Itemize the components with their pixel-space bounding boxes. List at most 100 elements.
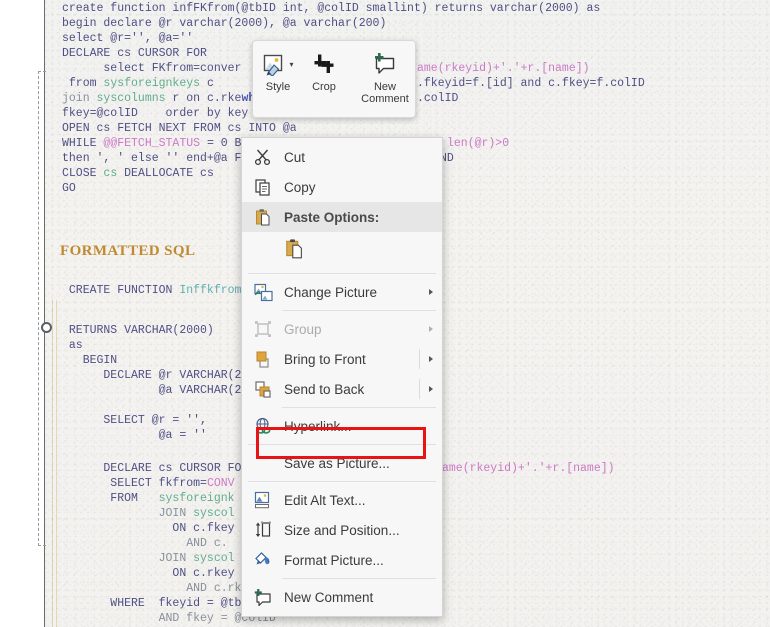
code-span: SELECT @r = '',: [62, 414, 207, 427]
menu-item-change-picture[interactable]: Change Picture: [242, 277, 442, 307]
menu-item-bring-to-front[interactable]: Bring to Front: [242, 344, 442, 374]
code-span: JOIN: [62, 507, 194, 520]
code-line: SELECT @r = '',: [62, 414, 207, 429]
picture-context-menu: Cut Copy Paste Options: Change Picture G…: [241, 137, 443, 617]
paste-keep-formatting-icon[interactable]: [284, 238, 306, 265]
code-line: @a VARCHAR(2: [62, 384, 242, 399]
menu-item-size-and-position-label: Size and Position...: [284, 522, 400, 538]
selection-resize-handle[interactable]: [41, 322, 52, 333]
code-span: CREATE FUNCTION: [62, 284, 180, 297]
menu-item-group: Group: [242, 314, 442, 344]
menu-item-size-and-position[interactable]: Size and Position...: [242, 515, 442, 545]
style-button-label: Style: [265, 81, 291, 93]
style-button[interactable]: ▾ Style: [255, 41, 301, 117]
menu-item-format-picture-label: Format Picture...: [284, 552, 384, 568]
code-span: ame(rkeyid)+'.'+r.[name]): [442, 462, 615, 475]
menu-item-new-comment-label: New Comment: [284, 589, 374, 605]
code-span: DECLARE @r VARCHAR(2: [62, 369, 242, 382]
new-comment-button-label: New Comment: [361, 81, 409, 105]
menu-divider: [282, 407, 436, 408]
menu-item-save-as-picture[interactable]: Save as Picture...: [242, 448, 442, 478]
code-span: sysforeignk: [158, 492, 235, 505]
chevron-down-icon[interactable]: ▾: [289, 60, 293, 69]
screenshot-root: create function infFKfrom(@tbID int, @co…: [0, 0, 770, 627]
menu-item-edit-alt-text[interactable]: Edit Alt Text...: [242, 485, 442, 515]
bring-to-front-icon: [250, 348, 276, 370]
menu-item-cut-label: Cut: [284, 149, 306, 165]
code-span: @a VARCHAR(2: [62, 384, 242, 397]
code-line: JOIN syscol: [62, 507, 235, 522]
crop-button[interactable]: Crop: [301, 41, 347, 117]
menu-item-paste-options-label: Paste Options:: [284, 209, 380, 225]
hyperlink-icon: [250, 415, 276, 437]
alt-text-icon: [250, 489, 276, 511]
menu-item-edit-alt-text-label: Edit Alt Text...: [284, 492, 366, 508]
size-position-icon: [250, 519, 276, 541]
menu-item-cut[interactable]: Cut: [242, 142, 442, 172]
code-span: BEGIN: [62, 354, 118, 367]
selection-marquee: [38, 71, 46, 546]
menu-item-save-as-picture-label: Save as Picture...: [284, 455, 390, 471]
code-line: WHERE fkeyid = @tbID: [62, 597, 255, 612]
picture-mini-toolbar: ▾ Style Crop New Comment: [252, 40, 416, 118]
code-line: ON c.rkey: [62, 567, 234, 582]
menu-item-new-comment[interactable]: New Comment: [242, 582, 442, 612]
code-line: DECLARE @r VARCHAR(2: [62, 369, 241, 384]
section-heading-formatted-sql: FORMATTED SQL: [60, 243, 196, 259]
code-span: RETURNS VARCHAR(2000): [62, 324, 214, 337]
crop-icon: [313, 49, 335, 79]
scissors-icon: [250, 146, 276, 168]
code-span: FROM: [62, 492, 159, 505]
picture-style-icon: ▾: [262, 49, 294, 79]
crop-button-label: Crop: [312, 81, 336, 93]
clipboard-icon: [250, 206, 276, 228]
menu-item-split-divider: [419, 349, 420, 369]
new-comment-icon: [250, 586, 276, 608]
new-comment-button[interactable]: New Comment: [355, 41, 415, 117]
menu-item-group-label: Group: [284, 321, 322, 337]
chevron-right-icon: [429, 289, 433, 295]
menu-divider: [248, 481, 436, 482]
code-line: AND c.: [62, 537, 228, 552]
menu-item-change-picture-label: Change Picture: [284, 284, 378, 300]
change-picture-icon: [250, 281, 276, 303]
code-line: @a = '': [62, 429, 207, 444]
code-span: CONV: [206, 477, 235, 490]
chevron-right-icon[interactable]: [429, 386, 433, 392]
chevron-right-icon: [429, 326, 433, 332]
menu-divider: [282, 310, 436, 311]
menu-divider: [282, 578, 436, 579]
menu-item-format-picture[interactable]: Format Picture...: [242, 545, 442, 575]
code-line: JOIN syscol: [62, 552, 235, 567]
group-icon: [250, 318, 276, 340]
menu-item-send-to-back[interactable]: Send to Back: [242, 374, 442, 404]
copy-icon: [250, 176, 276, 198]
code-span: ON c.fkey: [62, 522, 235, 535]
format-picture-icon: [250, 549, 276, 571]
mini-toolbar-group-left: ▾ Style Crop: [253, 41, 349, 117]
menu-item-send-to-back-label: Send to Back: [284, 381, 365, 397]
code-span: syscol: [193, 552, 235, 565]
code-line: as: [62, 339, 83, 354]
code-line: RETURNS VARCHAR(2000): [62, 324, 214, 339]
code-span: as: [62, 339, 83, 352]
code-line: CREATE FUNCTION Inffkfrom(: [62, 284, 248, 299]
mini-toolbar-group-right: New Comment: [353, 41, 417, 117]
code-span: AND c.: [62, 537, 228, 550]
code-span: SELECT fkfrom=: [62, 477, 207, 490]
paste-options-gallery: [242, 232, 442, 270]
new-comment-icon: [372, 49, 398, 79]
chevron-right-icon[interactable]: [429, 356, 433, 362]
code-span: @a = '': [62, 429, 207, 442]
menu-item-copy-label: Copy: [284, 179, 316, 195]
save-as-picture-icon-placeholder: [250, 452, 276, 474]
menu-item-hyperlink-label: Hyperlink...: [284, 418, 352, 434]
code-span: Inffkfrom: [179, 284, 242, 297]
menu-item-hyperlink[interactable]: Hyperlink...: [242, 411, 442, 441]
code-line: DECLARE cs CURSOR FO ame(rkeyid)+'.'+r.[n…: [62, 462, 614, 477]
code-line: BEGIN: [62, 354, 118, 369]
menu-item-copy[interactable]: Copy: [242, 172, 442, 202]
code-line: SELECT fkfrom=CONV: [62, 477, 235, 492]
code-line: FROM sysforeignk: [62, 492, 235, 507]
code-span: syscol: [193, 507, 235, 520]
